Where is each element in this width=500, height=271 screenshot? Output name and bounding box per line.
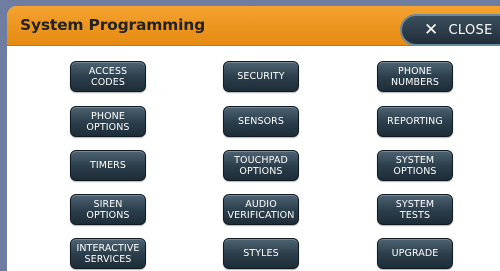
timers-button[interactable]: TIMERS (70, 150, 146, 181)
page-title: System Programming (20, 16, 205, 34)
touchpad-options-button[interactable]: TOUCHPAD OPTIONS (223, 150, 299, 181)
reporting-label: REPORTING (387, 116, 443, 127)
sensors-button[interactable]: SENSORS (223, 106, 299, 137)
siren-options-label: SIREN OPTIONS (86, 198, 130, 221)
close-icon: ✕ (424, 19, 439, 40)
system-tests-label: SYSTEM TESTS (395, 198, 435, 221)
phone-numbers-label: PHONE NUMBERS (390, 65, 440, 88)
phone-options-button[interactable]: PHONE OPTIONS (70, 106, 146, 137)
audio-verification-label: AUDIO VERIFICATION (227, 198, 295, 221)
audio-verification-button[interactable]: AUDIO VERIFICATION (223, 194, 299, 225)
close-label: CLOSE (448, 22, 493, 38)
upgrade-button[interactable]: UPGRADE (377, 238, 453, 269)
phone-numbers-button[interactable]: PHONE NUMBERS (377, 61, 453, 92)
reporting-button[interactable]: REPORTING (377, 106, 453, 137)
styles-label: STYLES (243, 248, 279, 259)
access-codes-label: ACCESS CODES (88, 65, 128, 88)
sensors-label: SENSORS (238, 116, 284, 127)
phone-options-label: PHONE OPTIONS (86, 110, 130, 133)
security-label: SECURITY (237, 71, 285, 82)
touchpad-options-label: TOUCHPAD OPTIONS (234, 154, 288, 177)
timers-label: TIMERS (89, 160, 127, 171)
upgrade-label: UPGRADE (391, 248, 439, 259)
styles-button[interactable]: STYLES (223, 238, 299, 269)
system-options-button[interactable]: SYSTEM OPTIONS (377, 150, 453, 181)
security-button[interactable]: SECURITY (223, 61, 299, 92)
access-codes-button[interactable]: ACCESS CODES (70, 61, 146, 92)
system-options-label: SYSTEM OPTIONS (393, 154, 437, 177)
interactive-services-label: INTERACTIVE SERVICES (76, 242, 140, 265)
system-tests-button[interactable]: SYSTEM TESTS (377, 194, 453, 225)
close-button[interactable]: ✕ CLOSE (400, 14, 500, 46)
interactive-services-button[interactable]: INTERACTIVE SERVICES (70, 238, 146, 269)
siren-options-button[interactable]: SIREN OPTIONS (70, 194, 146, 225)
